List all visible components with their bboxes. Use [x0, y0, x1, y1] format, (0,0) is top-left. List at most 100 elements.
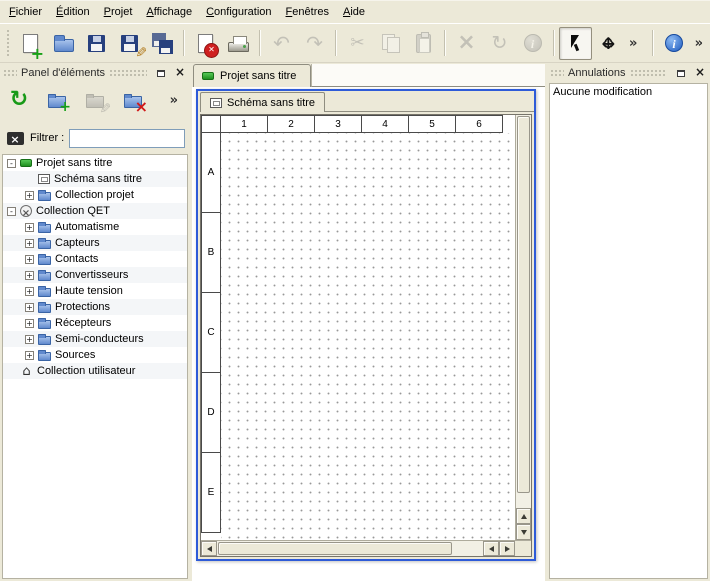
tree-item-collection-projet[interactable]: + Collection projet [3, 187, 187, 203]
scroll-up-button[interactable] [516, 508, 531, 524]
tree-item-protections[interactable]: + Protections [3, 299, 187, 315]
undo-button[interactable] [265, 27, 298, 60]
print-button[interactable] [222, 27, 255, 60]
column-header: 3 [315, 115, 362, 133]
filter-row: Filtrer : [0, 126, 190, 150]
undo-panel-titlebar[interactable]: Annulations [547, 63, 710, 82]
menu-projet[interactable]: Projet [97, 3, 140, 21]
cut-button[interactable] [341, 27, 374, 60]
menu-aide[interactable]: Aide [336, 3, 372, 21]
expander[interactable]: + [25, 335, 34, 344]
copy-button[interactable] [374, 27, 407, 60]
paste-icon [416, 34, 431, 53]
scroll-track[interactable] [516, 115, 531, 508]
expander[interactable]: + [25, 287, 34, 296]
scroll-thumb[interactable] [517, 116, 530, 493]
menu-fenetres[interactable]: Fenêtres [279, 3, 336, 21]
tree-item-capteurs[interactable]: + Capteurs [3, 235, 187, 251]
diagram-tabbar: Schéma sans titre [198, 91, 534, 112]
print-icon [228, 42, 249, 52]
menu-edition[interactable]: Édition [49, 3, 97, 21]
scroll-right-button[interactable] [499, 541, 515, 556]
cut-icon [350, 33, 364, 53]
toolbar-separator [259, 30, 261, 56]
dock-grip[interactable] [550, 69, 564, 77]
toolbar-overflow-chevron[interactable]: » [691, 37, 707, 50]
undo-panel-close-button[interactable] [692, 66, 707, 80]
red-x-icon [135, 101, 148, 116]
scroll-mode-button[interactable] [592, 27, 625, 60]
toolbar-separator [444, 30, 446, 56]
tree-item-sources[interactable]: + Sources [3, 347, 187, 363]
new-project-button[interactable] [14, 27, 47, 60]
panel-overflow-chevron[interactable]: » [166, 94, 182, 107]
rotate-button[interactable] [483, 27, 516, 60]
diagram-icon [210, 98, 222, 108]
scroll-left-button[interactable] [483, 541, 499, 556]
expander[interactable]: + [25, 303, 34, 312]
expander[interactable]: - [7, 207, 16, 216]
scroll-down-button[interactable] [516, 524, 531, 540]
save-all-button[interactable] [146, 27, 179, 60]
undo-history-list[interactable]: Aucune modification [549, 83, 708, 579]
save-button[interactable] [80, 27, 113, 60]
qelectrotech-window: Fichier Édition Projet Affichage Configu… [0, 0, 710, 581]
tree-item-schema-sans-titre[interactable]: Schéma sans titre [3, 171, 187, 187]
save-as-button[interactable] [113, 27, 146, 60]
tools-overflow-chevron[interactable]: » [625, 37, 641, 50]
new-element-button[interactable] [44, 87, 70, 113]
expander[interactable]: + [25, 191, 34, 200]
clear-filter-button[interactable] [5, 129, 25, 147]
dock-grip[interactable] [630, 69, 668, 77]
select-mode-button[interactable] [559, 27, 592, 60]
elements-panel-float-button[interactable] [153, 66, 168, 80]
close-file-button[interactable] [189, 27, 222, 60]
vertical-scrollbar[interactable] [515, 115, 531, 540]
edit-element-button[interactable] [82, 87, 108, 113]
tree-item-projet-sans-titre[interactable]: - Projet sans titre [3, 155, 187, 171]
expander[interactable]: - [7, 159, 16, 168]
delete-button[interactable] [450, 27, 483, 60]
grid-dots[interactable] [221, 133, 515, 540]
horizontal-scrollbar[interactable] [201, 540, 531, 556]
scroll-thumb[interactable] [218, 542, 452, 555]
expander[interactable]: + [25, 239, 34, 248]
menu-configuration[interactable]: Configuration [199, 3, 278, 21]
dock-grip[interactable] [109, 69, 147, 77]
undo-panel-float-button[interactable] [673, 66, 688, 80]
diagram-canvas[interactable]: 1 2 3 4 5 6 A B C [201, 115, 515, 540]
scroll-left-button[interactable] [201, 541, 217, 556]
elements-panel-close-button[interactable] [172, 66, 187, 80]
about-button[interactable] [658, 27, 691, 60]
toolbar-drag-handle[interactable] [6, 29, 11, 57]
tree-item-semi-conducteurs[interactable]: + Semi-conducteurs [3, 331, 187, 347]
tree-item-collection-qet[interactable]: - Collection QET [3, 203, 187, 219]
elements-panel-titlebar[interactable]: Panel d'éléments [0, 63, 190, 82]
menu-fichier[interactable]: Fichier [2, 3, 49, 21]
diagram-info-button[interactable] [516, 27, 549, 60]
tree-item-convertisseurs[interactable]: + Convertisseurs [3, 267, 187, 283]
delete-element-button[interactable] [120, 87, 146, 113]
reload-collections-button[interactable] [6, 87, 32, 113]
tab-schema-sans-titre[interactable]: Schéma sans titre [200, 92, 325, 112]
scroll-track[interactable] [217, 541, 483, 556]
redo-button[interactable] [298, 27, 331, 60]
expander[interactable]: + [25, 351, 34, 360]
dock-grip[interactable] [3, 69, 17, 77]
expander[interactable]: + [25, 271, 34, 280]
filter-input[interactable] [69, 129, 185, 148]
expander[interactable]: + [25, 223, 34, 232]
tree-item-recepteurs[interactable]: + Récepteurs [3, 315, 187, 331]
expander[interactable]: + [25, 319, 34, 328]
left-arrow-icon [489, 546, 494, 552]
tree-item-haute-tension[interactable]: + Haute tension [3, 283, 187, 299]
tab-projet-sans-titre[interactable]: Projet sans titre [193, 64, 311, 87]
tree-item-contacts[interactable]: + Contacts [3, 251, 187, 267]
open-project-button[interactable] [47, 27, 80, 60]
paste-button[interactable] [407, 27, 440, 60]
expander[interactable]: + [25, 255, 34, 264]
folder-icon [38, 336, 51, 345]
tree-item-automatisme[interactable]: + Automatisme [3, 219, 187, 235]
menu-affichage[interactable]: Affichage [139, 3, 199, 21]
tree-item-collection-utilisateur[interactable]: Collection utilisateur [3, 363, 187, 379]
